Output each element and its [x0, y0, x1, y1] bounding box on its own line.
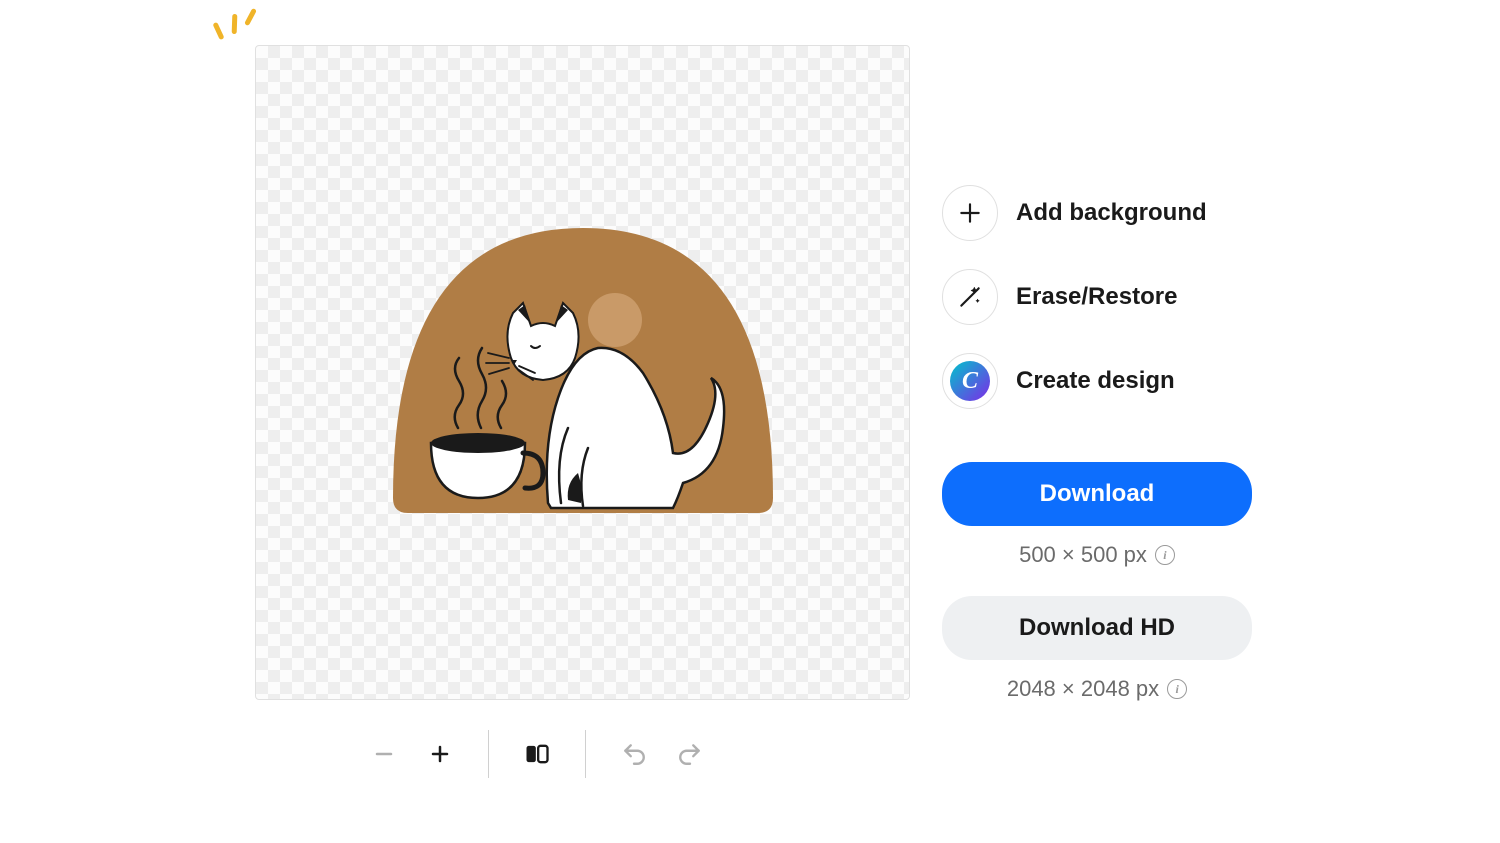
info-icon[interactable]: i — [1155, 545, 1175, 565]
create-design-button[interactable]: C Create design — [942, 353, 1252, 409]
actions-panel: Add background Erase/Restore C Create de… — [942, 185, 1252, 437]
action-label: Add background — [1016, 199, 1207, 227]
add-background-button[interactable]: Add background — [942, 185, 1252, 241]
zoom-in-button[interactable] — [416, 730, 464, 778]
redo-button[interactable] — [666, 730, 714, 778]
image-canvas[interactable] — [255, 45, 910, 700]
undo-button[interactable] — [610, 730, 658, 778]
canvas-toolbar — [360, 730, 714, 778]
info-icon[interactable]: i — [1167, 679, 1187, 699]
toolbar-separator — [488, 730, 489, 778]
download-size-label: 500 × 500 px i — [942, 542, 1252, 568]
canva-icon: C — [950, 361, 990, 401]
magic-eraser-icon — [942, 269, 998, 325]
action-label: Create design — [1016, 367, 1175, 395]
sparkle-decoration — [212, 8, 262, 48]
download-button[interactable]: Download — [942, 462, 1252, 526]
canva-icon-wrapper: C — [942, 353, 998, 409]
erase-restore-button[interactable]: Erase/Restore — [942, 269, 1252, 325]
compare-button[interactable] — [513, 730, 561, 778]
download-hd-size-label: 2048 × 2048 px i — [942, 676, 1252, 702]
plus-icon — [942, 185, 998, 241]
zoom-out-button[interactable] — [360, 730, 408, 778]
toolbar-separator — [585, 730, 586, 778]
result-image — [383, 198, 783, 548]
download-hd-button[interactable]: Download HD — [942, 596, 1252, 660]
action-label: Erase/Restore — [1016, 283, 1177, 311]
download-section: Download 500 × 500 px i Download HD 2048… — [942, 462, 1252, 702]
